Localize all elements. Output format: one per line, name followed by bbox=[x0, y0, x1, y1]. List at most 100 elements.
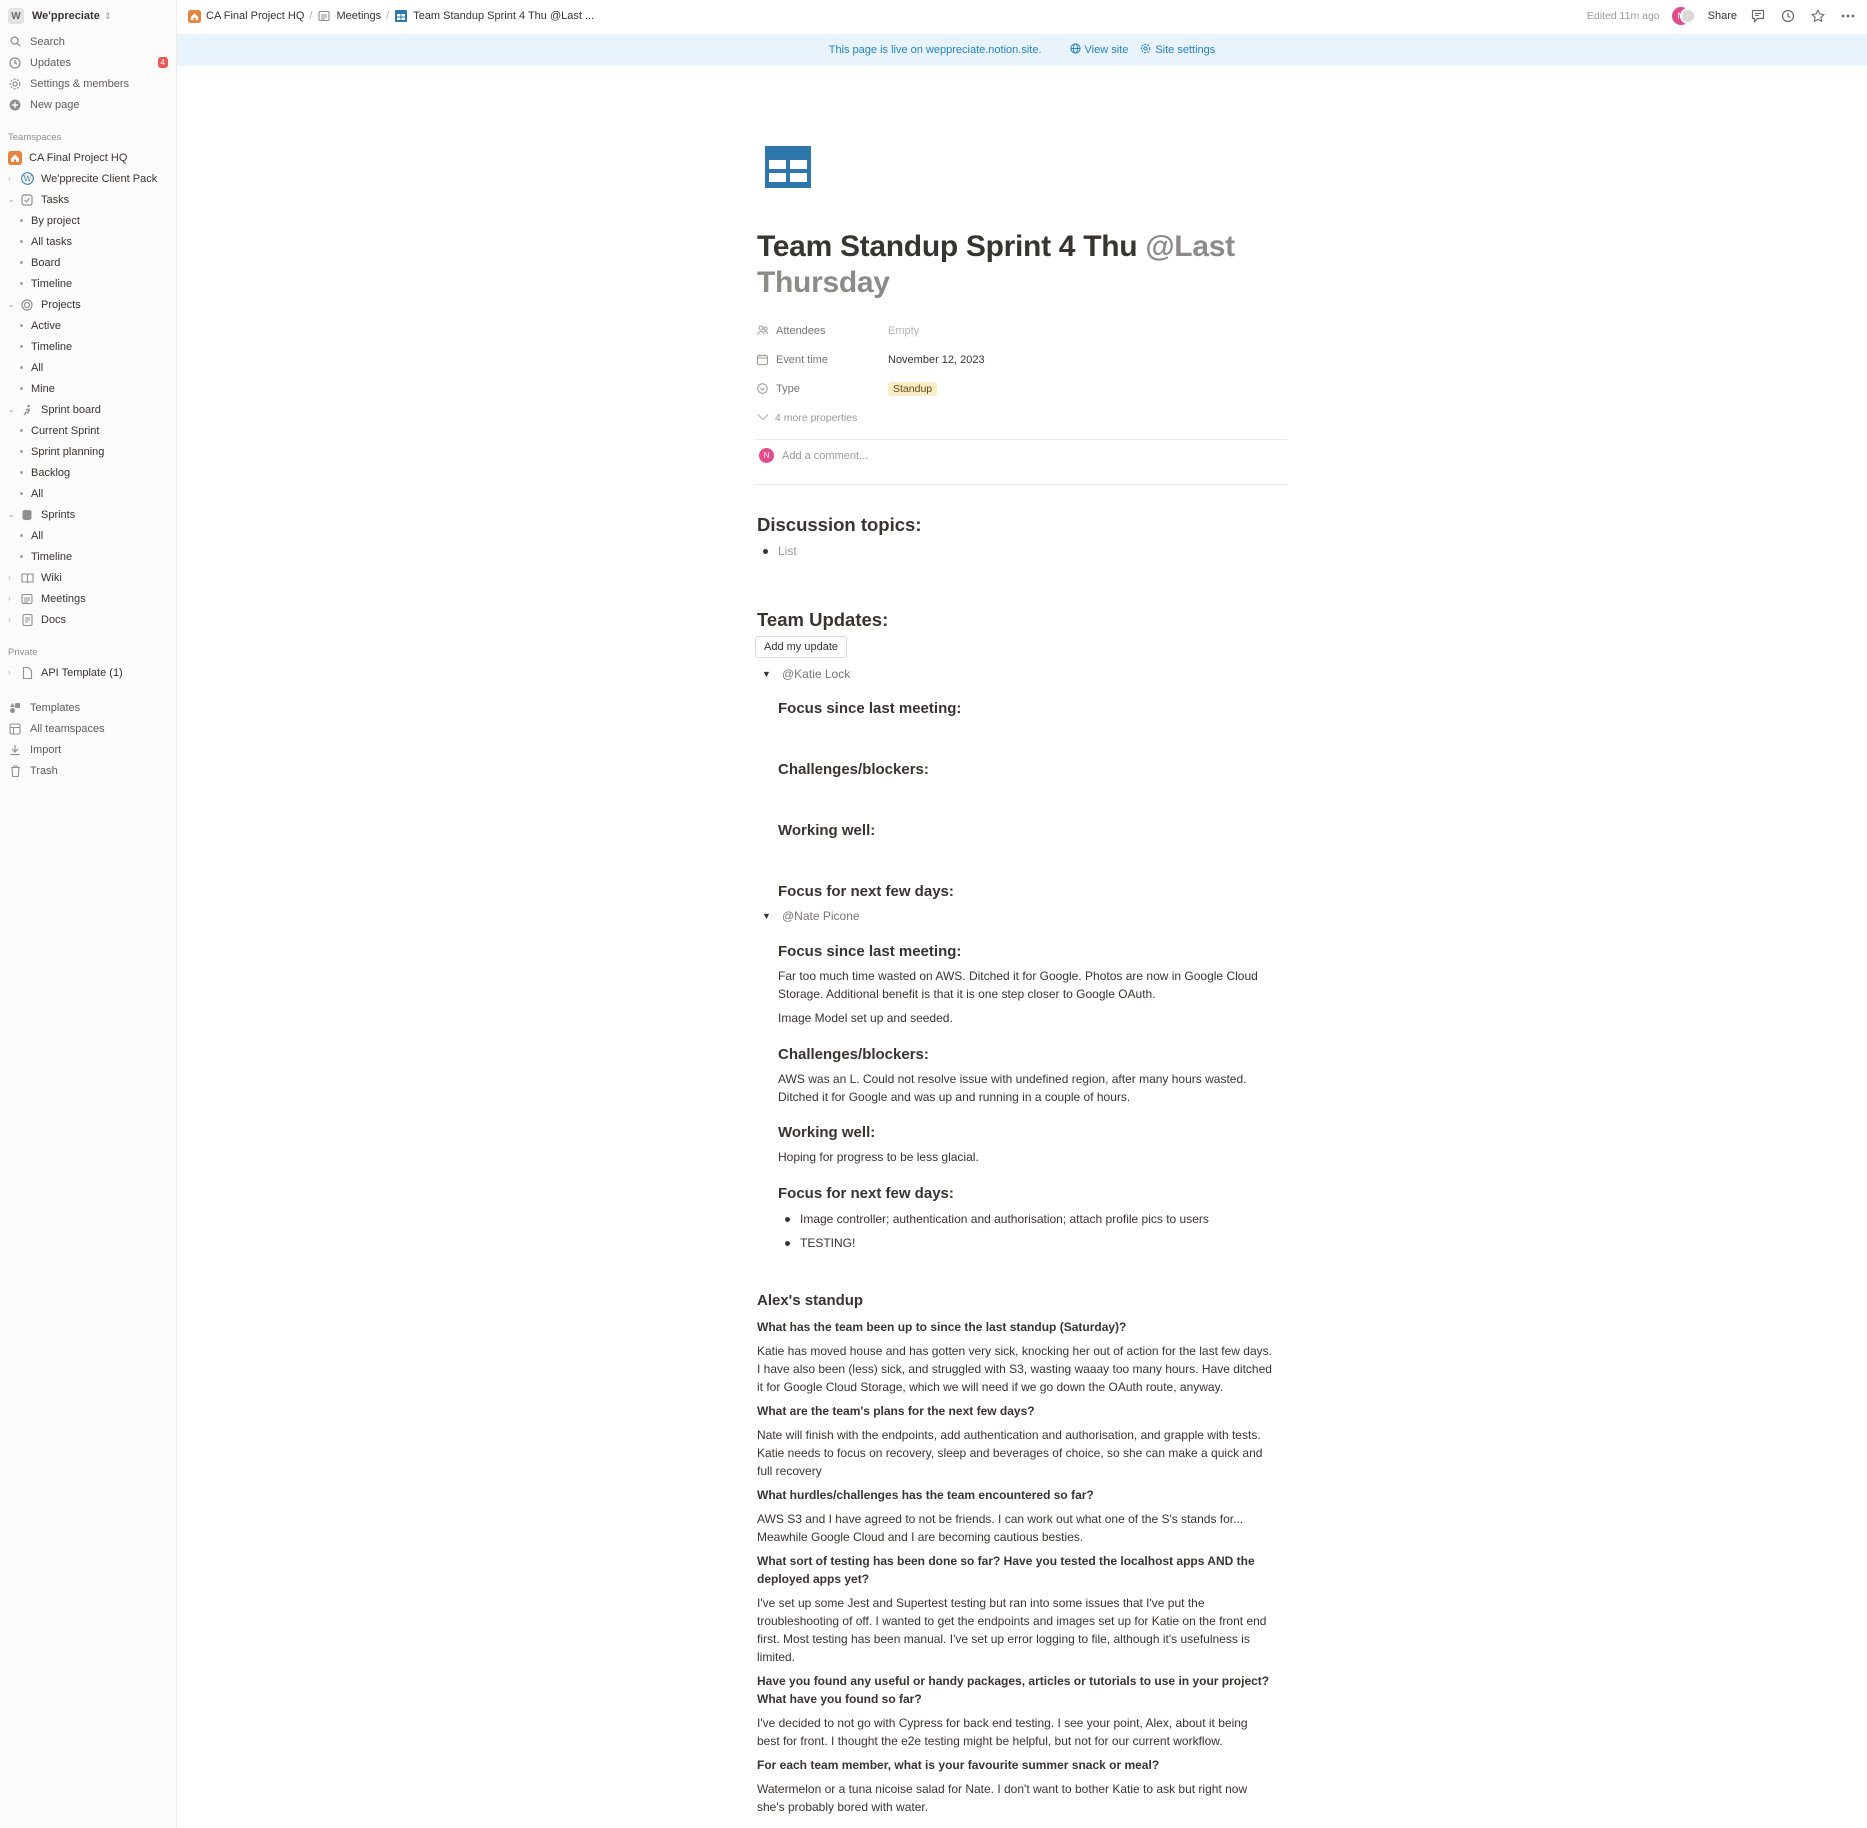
question: What are the team's plans for the next f… bbox=[757, 1404, 1035, 1418]
breadcrumb-meetings[interactable]: Meetings bbox=[317, 9, 381, 23]
sidebar-item-meetings[interactable]: › Meetings bbox=[0, 588, 176, 609]
chevron-down-icon[interactable]: ⌄ bbox=[8, 195, 18, 204]
toggle-nate[interactable]: ▼ @Nate Picone bbox=[762, 909, 860, 923]
chevron-down-icon[interactable]: ⌄ bbox=[8, 405, 18, 414]
team-updates-heading: Team Updates: bbox=[757, 609, 889, 630]
sidebar-item-tasks[interactable]: ⌄ Tasks bbox=[0, 189, 176, 210]
sidebar-item-docs[interactable]: › Docs bbox=[0, 609, 176, 630]
breadcrumb-current-page[interactable]: Team Standup Sprint 4 Thu @Last ... bbox=[394, 9, 594, 23]
sidebar-subitem-mine[interactable]: Mine bbox=[0, 378, 176, 399]
toggle-katie[interactable]: ▼ @Katie Lock bbox=[762, 667, 850, 681]
triangle-down-icon[interactable]: ▼ bbox=[762, 911, 778, 921]
nate-challenges-text-line: AWS was an L. Could not resolve issue wi… bbox=[778, 1072, 1247, 1086]
sidebar-item-ca-final-project-hq[interactable]: CA Final Project HQ bbox=[0, 147, 176, 168]
triangle-down-icon[interactable]: ▼ bbox=[762, 669, 778, 679]
sidebar-search-label: Search bbox=[30, 35, 65, 48]
sidebar-subitem-all[interactable]: All bbox=[0, 357, 176, 378]
nate-focus-text-2: Image Model set up and seeded. bbox=[778, 1011, 953, 1025]
sidebar-item-client-pack[interactable]: › W We'pprecite Client Pack bbox=[0, 168, 176, 189]
target-icon bbox=[20, 298, 34, 312]
property-key: Event time bbox=[776, 353, 828, 366]
workspace-switcher[interactable]: W We'ppreciate ⇕ bbox=[0, 1, 176, 31]
chevron-right-icon[interactable]: › bbox=[8, 615, 18, 624]
sidebar-subitem-board[interactable]: Board bbox=[0, 252, 176, 273]
sidebar-trash-label: Trash bbox=[30, 764, 58, 777]
sidebar-subitem-label: All bbox=[31, 529, 44, 542]
table-icon bbox=[394, 9, 408, 23]
sidebar-subitem-all[interactable]: All bbox=[0, 483, 176, 504]
sidebar-item-api-template[interactable]: › API Template (1) bbox=[0, 662, 176, 683]
chevron-right-icon[interactable]: › bbox=[8, 594, 18, 603]
add-my-update-button[interactable]: Add my update bbox=[755, 636, 847, 658]
chevron-down-icon[interactable]: ⌄ bbox=[8, 300, 18, 309]
divider bbox=[755, 439, 1287, 440]
sidebar-item-projects[interactable]: ⌄ Projects bbox=[0, 294, 176, 315]
property-value[interactable]: November 12, 2023 bbox=[888, 354, 985, 366]
sidebar-subitem-current-sprint[interactable]: Current Sprint bbox=[0, 420, 176, 441]
property-attendees[interactable]: Attendees Empty bbox=[757, 316, 1287, 345]
property-type[interactable]: Type Standup bbox=[757, 374, 1287, 403]
sidebar-import[interactable]: Import bbox=[0, 739, 176, 760]
chevron-right-icon[interactable]: › bbox=[8, 573, 18, 582]
table-page-icon[interactable] bbox=[765, 146, 811, 188]
plus-circle-icon bbox=[8, 98, 22, 112]
bullet-dot bbox=[20, 387, 23, 390]
page-title[interactable]: Team Standup Sprint 4 Thu @Last Thursday bbox=[757, 229, 1277, 301]
type-tag[interactable]: Standup bbox=[888, 381, 938, 396]
property-key: Type bbox=[776, 382, 800, 395]
list-item-text: TESTING! bbox=[800, 1236, 856, 1250]
sidebar-subitem-timeline[interactable]: Timeline bbox=[0, 546, 176, 567]
property-event-time[interactable]: Event time November 12, 2023 bbox=[757, 345, 1287, 374]
site-settings-link[interactable]: Site settings bbox=[1140, 43, 1215, 57]
sidebar-subitem-sprint-planning[interactable]: Sprint planning bbox=[0, 441, 176, 462]
comment-icon[interactable] bbox=[1749, 7, 1767, 25]
answer-line: I've set up some Jest and Supertest test… bbox=[757, 1596, 1205, 1610]
chevron-right-icon[interactable]: › bbox=[8, 668, 18, 677]
person-mention[interactable]: @Katie Lock bbox=[782, 667, 850, 681]
grid-icon bbox=[8, 722, 22, 736]
sidebar-subitem-timeline[interactable]: Timeline bbox=[0, 336, 176, 357]
list-item[interactable]: Image controller; authentication and aut… bbox=[785, 1212, 1209, 1226]
edited-timestamp: Edited 11m ago bbox=[1586, 10, 1660, 22]
more-properties-toggle[interactable]: 4 more properties bbox=[757, 403, 1287, 432]
share-button[interactable]: Share bbox=[1708, 10, 1737, 22]
sidebar-subitem-all[interactable]: All bbox=[0, 525, 176, 546]
breadcrumb-hq[interactable]: CA Final Project HQ bbox=[187, 9, 304, 23]
sidebar-item-wiki[interactable]: › Wiki bbox=[0, 567, 176, 588]
sidebar-all-teamspaces[interactable]: All teamspaces bbox=[0, 718, 176, 739]
view-site-link[interactable]: View site bbox=[1069, 43, 1128, 57]
runner-icon bbox=[20, 403, 34, 417]
chevron-right-icon[interactable]: › bbox=[8, 174, 18, 183]
list-item[interactable]: TESTING! bbox=[785, 1236, 855, 1250]
database-icon bbox=[20, 508, 34, 522]
katie-next-heading: Focus for next few days: bbox=[778, 883, 954, 900]
private-heading: Private bbox=[8, 647, 38, 658]
breadcrumb-label: Team Standup Sprint 4 Thu @Last ... bbox=[413, 10, 595, 22]
sidebar-settings[interactable]: Settings & members bbox=[0, 73, 176, 94]
sidebar-subitem-active[interactable]: Active bbox=[0, 315, 176, 336]
sidebar-subitem-timeline[interactable]: Timeline bbox=[0, 273, 176, 294]
sidebar-item-label: Sprints bbox=[41, 508, 76, 521]
nate-challenges-text-line: Ditched it for Google and was up and run… bbox=[778, 1090, 1131, 1104]
property-value[interactable]: Empty bbox=[888, 325, 919, 337]
bullet-dot bbox=[20, 534, 23, 537]
sidebar-subitem-by-project[interactable]: By project bbox=[0, 210, 176, 231]
sidebar-item-sprint-board[interactable]: ⌄ Sprint board bbox=[0, 399, 176, 420]
more-icon[interactable] bbox=[1839, 7, 1857, 25]
history-clock-icon[interactable] bbox=[1779, 7, 1797, 25]
download-icon bbox=[8, 743, 22, 757]
add-comment[interactable]: N Add a comment... bbox=[759, 448, 868, 463]
star-icon[interactable] bbox=[1809, 7, 1827, 25]
sidebar-subitem-backlog[interactable]: Backlog bbox=[0, 462, 176, 483]
sidebar-trash[interactable]: Trash bbox=[0, 760, 176, 781]
sidebar-item-sprints[interactable]: ⌄ Sprints bbox=[0, 504, 176, 525]
list-item[interactable]: List bbox=[763, 544, 797, 558]
sidebar-templates[interactable]: Templates bbox=[0, 697, 176, 718]
person-mention[interactable]: @Nate Picone bbox=[782, 909, 860, 923]
collaborator-avatars[interactable]: N bbox=[1671, 7, 1696, 25]
sidebar-new-page[interactable]: New page bbox=[0, 94, 176, 115]
sidebar-subitem-all-tasks[interactable]: All tasks bbox=[0, 231, 176, 252]
sidebar-updates[interactable]: Updates 4 bbox=[0, 52, 176, 73]
sidebar-search[interactable]: Search bbox=[0, 31, 176, 52]
chevron-down-icon[interactable]: ⌄ bbox=[8, 510, 18, 519]
